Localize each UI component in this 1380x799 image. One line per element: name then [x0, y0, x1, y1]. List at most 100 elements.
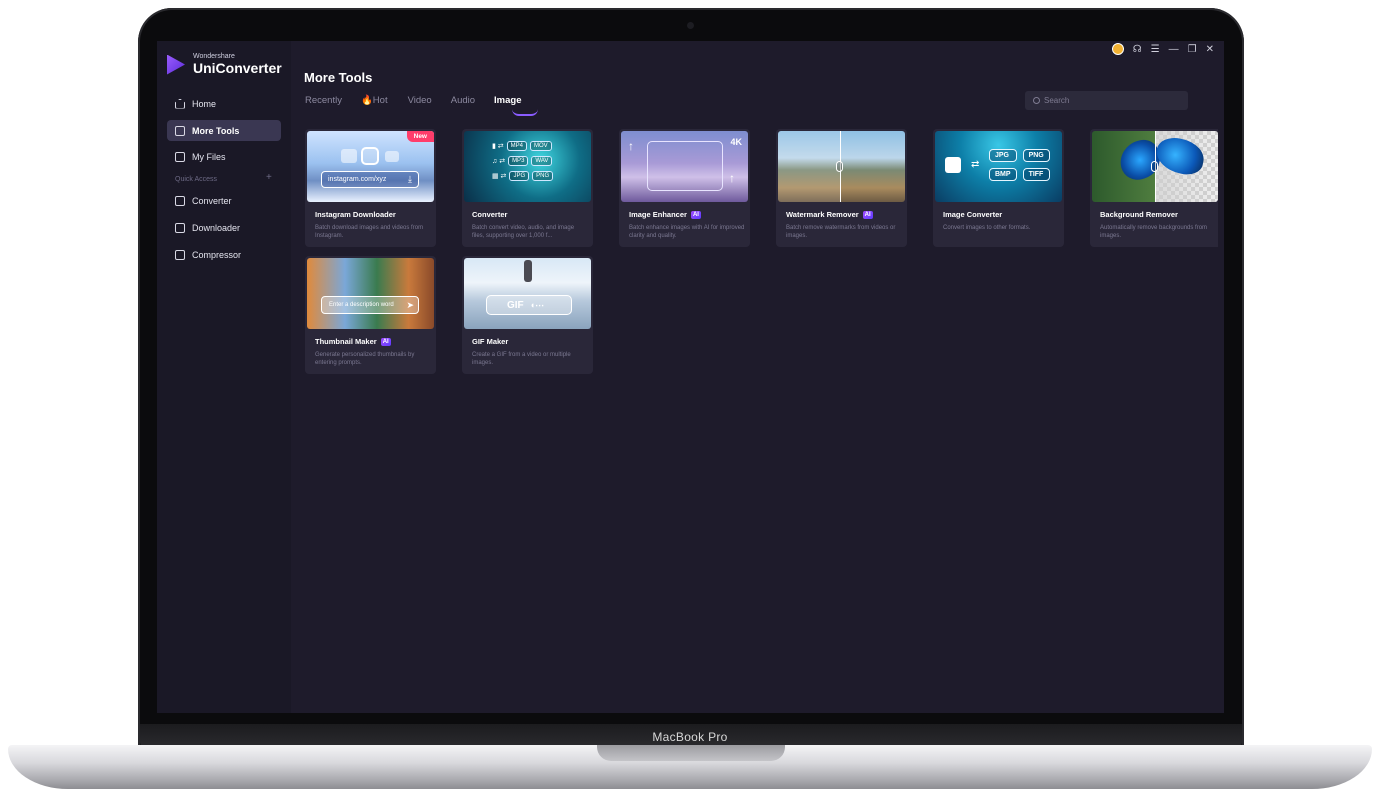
tool-card-converter[interactable]: ▮ ⇄ MP4 MOV ♫ ⇄ MP3 WAV ▦ ⇄ JPG PNG Converter … [462, 129, 593, 247]
new-badge: New [406, 131, 434, 142]
sidebar-item-label: My Files [192, 151, 226, 162]
pacman-icon: ◖⋯ [529, 299, 545, 310]
card-description: Batch enhance images with AI for improve… [629, 225, 745, 239]
avatar[interactable] [1111, 43, 1124, 55]
card-description: Automatically remove backgrounds from im… [1100, 225, 1208, 239]
quick-access-label: Quick Access [175, 176, 218, 183]
ai-badge: AI [690, 210, 701, 219]
send-icon: ➤ [406, 299, 414, 310]
tab-audio[interactable]: Audio [451, 95, 475, 106]
tab-hot[interactable]: 🔥Hot [361, 95, 388, 106]
window-controls: ☊ ☰ — ❐ ✕ [1111, 42, 1214, 56]
card-thumbnail: ⇄ JPG PNG BMP TIFF [935, 131, 1062, 202]
app-window: Wondershare UniConverter Home More Tools… [157, 41, 1224, 713]
converter-icon [175, 195, 185, 206]
image-icon [945, 157, 961, 173]
format-chip: PNG [532, 171, 554, 181]
camera [687, 22, 694, 29]
uniconverter-logo-icon [167, 54, 185, 75]
sidebar: Wondershare UniConverter Home More Tools… [157, 41, 291, 713]
card-title: Instagram Downloader [315, 210, 396, 219]
sidebar-item-downloader[interactable]: Downloader [167, 217, 281, 238]
thumb-url-text: instagram.com/xyz [328, 176, 387, 183]
4k-label: 4K [730, 137, 742, 147]
card-description: Generate personalized thumbnails by ente… [315, 352, 415, 366]
format-chip: WAV [531, 156, 553, 166]
card-title: Image Converter [943, 210, 1003, 219]
sidebar-item-more-tools[interactable]: More Tools [167, 120, 281, 141]
convert-icon: ⇄ [971, 159, 980, 170]
home-icon [175, 98, 185, 109]
app-logo: Wondershare UniConverter [167, 53, 282, 76]
tool-card-thumbnail-maker[interactable]: Enter a description word ➤ Thumbnail Mak… [305, 256, 436, 374]
compressor-icon [175, 249, 185, 260]
downloader-icon [175, 222, 185, 233]
format-chip: MOV [530, 141, 552, 151]
search-icon [1033, 97, 1040, 104]
sidebar-item-my-files[interactable]: My Files [167, 146, 281, 167]
category-tabs: Recently 🔥Hot Video Audio Image [305, 95, 541, 116]
tool-card-instagram-downloader[interactable]: instagram.com/xyz ⤓ New Instagram Downlo… [305, 129, 436, 247]
device-label: MacBook Pro [652, 730, 728, 744]
card-title: Watermark Remover [786, 210, 859, 219]
laptop-notch [597, 745, 785, 761]
tab-recently[interactable]: Recently [305, 95, 342, 106]
card-title: Converter [472, 210, 508, 219]
card-thumbnail [1092, 131, 1218, 202]
tool-card-image-converter[interactable]: ⇄ JPG PNG BMP TIFF Image Converter Conve… [933, 129, 1064, 247]
card-title: GIF Maker [472, 337, 509, 346]
tab-image[interactable]: Image [494, 95, 539, 116]
card-title: Thumbnail Maker [315, 337, 377, 346]
gif-label: GIF [507, 299, 524, 311]
search-input[interactable]: Search [1025, 91, 1188, 110]
card-thumbnail: Enter a description word ➤ [307, 258, 434, 329]
sidebar-item-label: Downloader [192, 222, 241, 233]
tab-video[interactable]: Video [408, 95, 432, 106]
prompt-placeholder: Enter a description word [329, 302, 394, 308]
tool-card-image-enhancer[interactable]: ↑ ↑ 4K Image Enhancer AI Batch enhance im… [619, 129, 750, 247]
card-description: Batch convert video, audio, and image fi… [472, 225, 575, 239]
close-icon[interactable]: ✕ [1206, 44, 1214, 55]
card-description: Convert images to other formats. [943, 225, 1031, 231]
headset-icon[interactable]: ☊ [1133, 44, 1142, 55]
restore-icon[interactable]: ❐ [1188, 44, 1197, 55]
slider-handle [1151, 161, 1158, 172]
menu-icon[interactable]: ☰ [1151, 44, 1160, 55]
tool-card-gif-maker[interactable]: GIF ◖⋯ GIF Maker Create a GIF from a vid… [462, 256, 593, 374]
format-chip: BMP [989, 168, 1017, 181]
download-icon: ⤓ [408, 174, 412, 184]
format-chip: MP3 [508, 156, 529, 166]
card-title: Background Remover [1100, 210, 1178, 219]
ai-badge: AI [862, 210, 873, 219]
arrow-up-icon: ↑ [729, 171, 735, 185]
card-description: Create a GIF from a video or multiple im… [472, 352, 571, 366]
sidebar-item-home[interactable]: Home [167, 93, 281, 114]
card-description: Batch download images and videos from In… [315, 225, 424, 239]
quick-access-add-button[interactable]: + [266, 172, 272, 183]
tool-card-background-remover[interactable]: Background Remover Automatically remove … [1090, 129, 1218, 247]
toolbox-icon [175, 125, 185, 136]
format-chip: JPG [989, 149, 1017, 162]
instagram-icon [361, 147, 379, 165]
tool-card-watermark-remover[interactable]: Watermark Remover AI Batch remove waterma… [776, 129, 907, 247]
card-title: Image Enhancer [629, 210, 687, 219]
card-thumbnail: ↑ ↑ 4K [621, 131, 748, 202]
search-placeholder: Search [1044, 96, 1070, 105]
sidebar-item-label: Compressor [192, 249, 242, 260]
sidebar-item-label: Home [192, 98, 217, 109]
sidebar-item-label: Converter [192, 195, 232, 206]
sidebar-item-converter[interactable]: Converter [167, 190, 281, 211]
format-chip: PNG [1022, 149, 1050, 162]
ai-badge: AI [380, 337, 391, 346]
sidebar-item-label: More Tools [192, 125, 240, 136]
format-chip: JPG [509, 171, 530, 181]
brand-name: UniConverter [193, 60, 282, 76]
sidebar-item-compressor[interactable]: Compressor [167, 244, 281, 265]
format-chip: TIFF [1022, 168, 1050, 181]
arrow-up-icon: ↑ [628, 139, 634, 153]
card-thumbnail [778, 131, 905, 202]
minimize-icon[interactable]: — [1169, 44, 1179, 55]
format-chip: MP4 [506, 141, 528, 151]
page-title: More Tools [304, 70, 373, 85]
files-icon [175, 151, 185, 162]
